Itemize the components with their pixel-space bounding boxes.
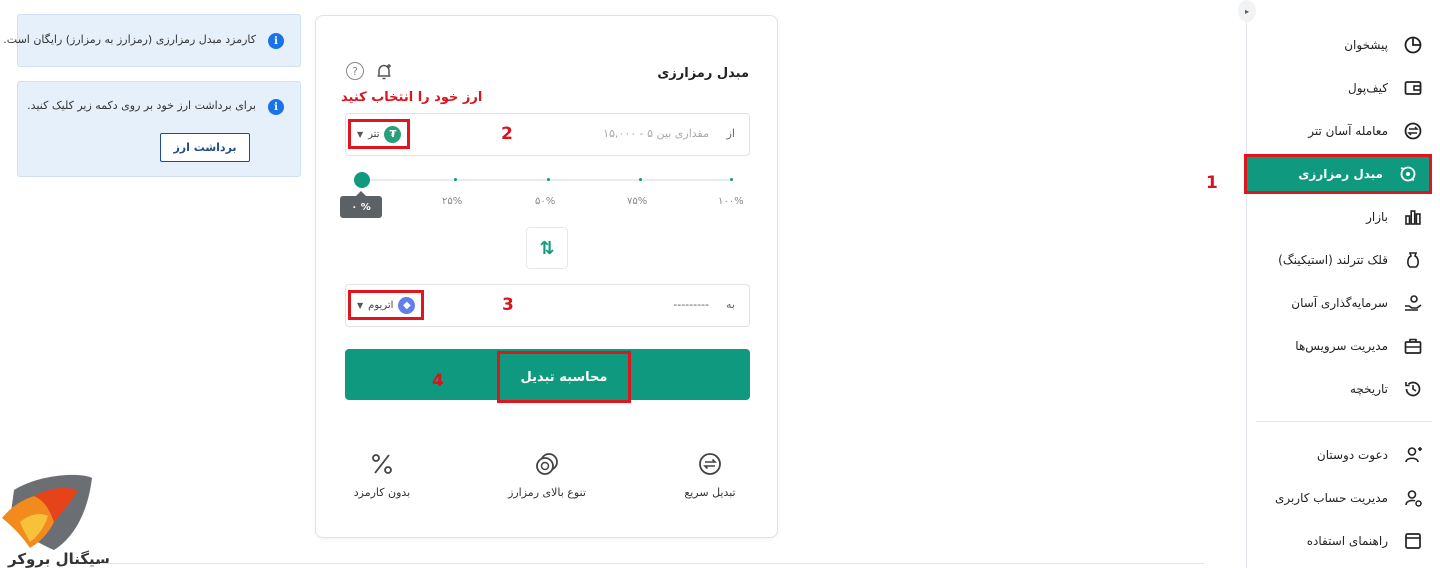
withdraw-info-text: برای برداشت ارز خود بر روی دکمه زیر کلیک… [27, 99, 256, 112]
feature-label: تبدیل سریع [684, 486, 736, 499]
bottom-divider [100, 563, 1204, 564]
from-amount-input[interactable]: مقداری بین ۵ - ۱۵,۰۰۰ [603, 127, 709, 140]
market-chart-icon [1402, 206, 1424, 228]
calculate-button-label: محاسبه تبدیل [497, 351, 631, 403]
slider-tick-100 [730, 178, 733, 181]
fast-exchange-icon [650, 450, 770, 478]
percent-icon [322, 450, 442, 478]
sidebar-item-label: پیشخوان [1344, 38, 1388, 52]
sidebar-collapse-button[interactable]: ▸ [1238, 0, 1256, 22]
sidebar-item-label: دعوت دوستان [1316, 448, 1388, 462]
feature-coin-variety: تنوع بالای رمزارز [487, 450, 607, 499]
sidebar-item-label: راهنمای استفاده [1306, 534, 1388, 548]
withdraw-info-box: i برای برداشت ارز خود بر روی دکمه زیر کل… [17, 81, 301, 177]
sidebar-item-label: بازار [1366, 210, 1388, 224]
logo-text: سیگنال بروکر [8, 550, 110, 568]
swap-button[interactable]: ⇅ [526, 227, 568, 269]
briefcase-icon [1402, 335, 1424, 357]
help-icon[interactable]: ? [346, 62, 364, 80]
annotation-1: 1 [1206, 173, 1218, 193]
sidebar-item-account[interactable]: مدیریت حساب کاربری [1256, 479, 1432, 517]
info-icon: i [268, 33, 284, 49]
slider-value-tooltip: ۰ % [340, 191, 382, 218]
wallet-icon [1402, 77, 1424, 99]
sidebar-item-dashboard[interactable]: پیشخوان [1256, 26, 1432, 64]
fee-info-text: کارمزد مبدل رمزارزی (رمزارز به رمزارز) ر… [3, 33, 256, 46]
sidebar-item-label: مدیریت سرویس‌ها [1295, 339, 1388, 353]
sidebar-item-invite[interactable]: دعوت دوستان [1256, 436, 1432, 474]
calculate-button[interactable]: محاسبه تبدیل [345, 349, 750, 403]
sidebar-item-history[interactable]: تاریخچه [1256, 370, 1432, 408]
sidebar-item-easy-tether[interactable]: معامله آسان تتر [1256, 112, 1432, 150]
converter-card: مبدل رمزارزی ? ارز خود را انتخاب کنید از… [315, 15, 778, 538]
slider-tick-label[interactable]: ۲۵% [442, 196, 462, 207]
logo-emblem [0, 470, 96, 552]
coins-icon [487, 450, 607, 478]
sidebar-item-wallet[interactable]: کیف‌پول [1256, 69, 1432, 107]
sidebar-item-staking[interactable]: قلک تترلند (استیکینگ) [1256, 241, 1432, 279]
info-icon: i [268, 99, 284, 115]
slider-tick-label[interactable]: ۷۵% [627, 196, 647, 207]
page-title: مبدل رمزارزی [657, 66, 749, 81]
to-currency-select[interactable]: ▼ اتریوم ◆ [348, 290, 425, 320]
add-user-icon [1402, 444, 1424, 466]
chevron-down-icon: ▼ [357, 300, 364, 310]
from-currency-select[interactable]: ▼ تتر ₮ [348, 119, 411, 149]
from-currency-label: تتر [368, 128, 380, 140]
slider-thumb[interactable] [354, 172, 370, 188]
slider-tick-25 [454, 178, 457, 181]
feature-fast-exchange: تبدیل سریع [650, 450, 770, 499]
feature-label: تنوع بالای رمزارز [508, 486, 586, 499]
slider-tick-label[interactable]: ۱۰۰% [718, 196, 744, 207]
slider-tick-label[interactable]: ۵۰% [535, 196, 555, 207]
swap-arrows-icon: ⇅ [539, 237, 555, 259]
from-prefix: از [726, 127, 735, 140]
ethereum-coin-icon: ◆ [398, 296, 416, 314]
user-settings-icon [1402, 487, 1424, 509]
feature-label: بدون کارمزد [353, 486, 411, 499]
piggy-bank-icon [1402, 249, 1424, 271]
percent-slider[interactable] [362, 178, 733, 181]
sidebar-item-label: قلک تترلند (استیکینگ) [1278, 253, 1388, 267]
crypto-convert-icon [1397, 163, 1419, 185]
dashboard-pie-icon [1402, 34, 1424, 56]
fee-info-box: i کارمزد مبدل رمزارزی (رمزارز به رمزارز)… [3, 14, 301, 67]
sidebar-item-market[interactable]: بازار [1256, 198, 1432, 236]
exchange-icon [1402, 120, 1424, 142]
annotation-2: 2 [501, 124, 513, 144]
annotation-3: 3 [502, 295, 514, 315]
feature-no-fee: بدون کارمزد [322, 450, 442, 499]
chevron-right-icon: ▸ [1244, 6, 1249, 16]
bell-add-icon[interactable] [374, 62, 394, 82]
guide-icon [1402, 530, 1424, 552]
withdraw-button[interactable]: برداشت ارز [160, 133, 250, 162]
sidebar-item-guide[interactable]: راهنمای استفاده [1256, 522, 1432, 560]
sidebar-item-label: معامله آسان تتر [1308, 124, 1388, 138]
slider-tick-75 [639, 178, 642, 181]
chevron-down-icon: ▼ [357, 129, 364, 139]
sidebar-item-crypto-converter[interactable]: مبدل رمزارزی [1244, 154, 1432, 194]
sidebar-item-services[interactable]: مدیریت سرویس‌ها [1256, 327, 1432, 365]
from-field[interactable]: از مقداری بین ۵ - ۱۵,۰۰۰ ▼ تتر ₮ [345, 113, 750, 156]
to-currency-label: اتریوم [368, 299, 394, 311]
sidebar-item-label: کیف‌پول [1347, 81, 1388, 95]
instruction-text: ارز خود را انتخاب کنید [341, 90, 483, 105]
sidebar-separator [1256, 421, 1432, 422]
to-amount-output: --------- [673, 298, 709, 311]
sidebar-item-label: سرمایه‌گذاری آسان [1291, 296, 1388, 310]
history-icon [1402, 378, 1424, 400]
to-field[interactable]: به --------- ▼ اتریوم ◆ [345, 284, 750, 327]
annotation-4: 4 [432, 371, 444, 391]
invest-hand-icon [1402, 292, 1424, 314]
sidebar-item-easy-invest[interactable]: سرمایه‌گذاری آسان [1256, 284, 1432, 322]
sidebar-item-label: تاریخچه [1349, 382, 1388, 396]
sidebar-divider [1246, 0, 1247, 568]
sidebar-item-label: مبدل رمزارزی [1298, 167, 1383, 181]
slider-tick-50 [547, 178, 550, 181]
tether-coin-icon: ₮ [384, 125, 402, 143]
to-prefix: به [726, 298, 735, 311]
sidebar-item-label: مدیریت حساب کاربری [1274, 491, 1388, 505]
